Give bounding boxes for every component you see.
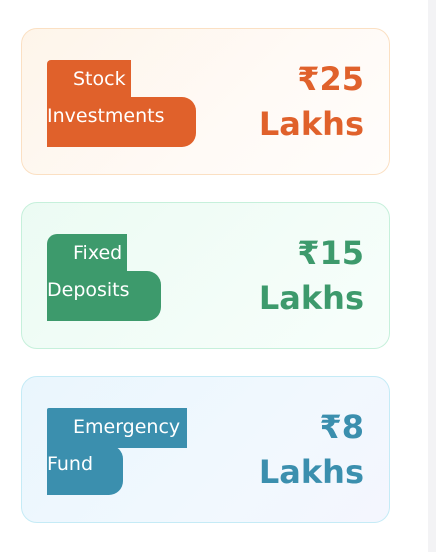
emergency-fund-card[interactable]: Emergency Fund ₹8 Lakhs (21, 376, 390, 523)
amount-unit: Lakhs (258, 453, 364, 491)
scrollbar-track[interactable] (428, 0, 436, 552)
amount-value: ₹15 (297, 234, 364, 272)
stock-investments-card[interactable]: Stock Investments ₹25 Lakhs (21, 28, 390, 175)
fixed-deposits-card[interactable]: Fixed Deposits ₹15 Lakhs (21, 202, 390, 349)
fixed-deposits-amount: ₹15 Lakhs (259, 231, 364, 321)
card-label-line1: Stock (73, 68, 126, 90)
card-label-line1: Emergency (73, 416, 181, 438)
stock-investments-amount: ₹25 Lakhs (259, 57, 364, 147)
emergency-fund-amount: ₹8 Lakhs (259, 405, 364, 495)
card-label-line2: Deposits (47, 279, 130, 301)
amount-value: ₹8 (319, 408, 364, 446)
amount-value: ₹25 (297, 60, 364, 98)
amount-unit: Lakhs (258, 279, 364, 317)
amount-unit: Lakhs (258, 105, 364, 143)
card-label-line2: Investments (47, 105, 165, 127)
card-label-line2: Fund (47, 453, 94, 475)
card-label-line1: Fixed (73, 242, 123, 264)
